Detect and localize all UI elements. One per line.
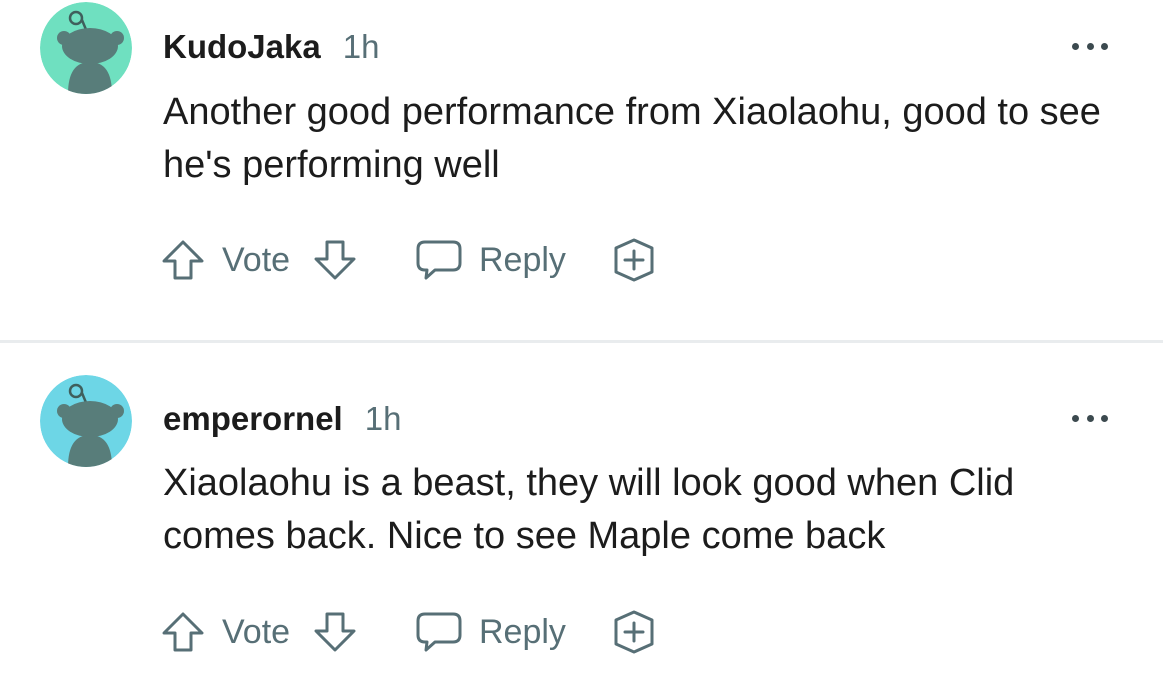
comment-text: Another good performance from Xiaolaohu,… [163, 91, 1101, 186]
vote-label: Vote [222, 612, 291, 651]
more-dot [1072, 414, 1079, 422]
more-dot [1101, 414, 1108, 422]
snoo-avatar-icon [40, 2, 132, 94]
timestamp: 1h [342, 28, 380, 65]
comment-meta: KudoJaka 1h [163, 28, 379, 66]
downvote-arrow-icon[interactable] [312, 234, 362, 286]
username[interactable]: KudoJaka [163, 28, 321, 66]
reply-label: Reply [479, 240, 566, 279]
more-options-icon[interactable] [1072, 412, 1108, 424]
avatar[interactable] [40, 375, 132, 467]
more-dot [1101, 42, 1108, 50]
vote-label: Vote [222, 240, 291, 279]
reply-button[interactable]: Reply [415, 606, 566, 658]
award-plus-icon[interactable] [610, 234, 662, 286]
reply-bubble-icon [415, 234, 467, 286]
comment-divider [0, 340, 1163, 343]
more-dot [1086, 414, 1094, 422]
upvote-arrow-icon[interactable] [160, 234, 210, 286]
more-options-icon[interactable] [1072, 40, 1108, 52]
comment-text: Xiaolaohu is a beast, they will look goo… [163, 462, 1015, 557]
comment-actions: Vote Reply [160, 606, 680, 658]
reply-bubble-icon [415, 606, 467, 658]
username[interactable]: emperornel [163, 400, 343, 438]
avatar[interactable] [40, 2, 132, 94]
timestamp: 1h [364, 400, 402, 437]
downvote-arrow-icon[interactable] [312, 606, 362, 658]
comment-meta: emperornel 1h [163, 400, 401, 438]
upvote-arrow-icon[interactable] [160, 606, 210, 658]
more-dot [1086, 42, 1094, 50]
reply-label: Reply [479, 612, 566, 651]
comment: emperornel 1h Xiaolaohu is a beast, they… [0, 348, 1163, 687]
snoo-avatar-icon [40, 375, 132, 467]
comment: KudoJaka 1h Another good performance fro… [0, 0, 1163, 340]
more-dot [1072, 42, 1079, 50]
reply-button[interactable]: Reply [415, 234, 566, 286]
comment-actions: Vote Reply [160, 234, 680, 286]
award-plus-icon[interactable] [610, 606, 662, 658]
